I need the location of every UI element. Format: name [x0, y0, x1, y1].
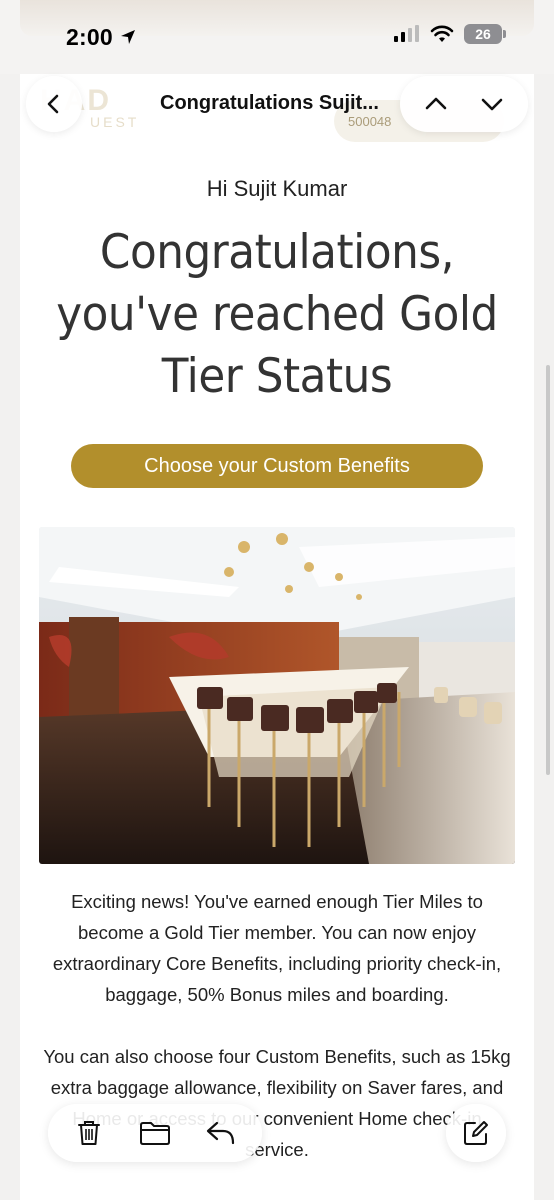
email-subject: Congratulations Sujit...: [160, 92, 379, 114]
reply-button[interactable]: [199, 1111, 243, 1155]
battery-icon: 26: [464, 24, 506, 44]
mail-toolbar: [48, 1104, 262, 1162]
chevron-down-icon: [481, 98, 503, 111]
status-time: 2:00: [66, 24, 137, 51]
previous-message-button[interactable]: [416, 84, 456, 124]
chevron-left-icon: [47, 94, 59, 114]
trash-icon: [78, 1121, 100, 1145]
next-message-button[interactable]: [472, 84, 512, 124]
body-paragraph-1: Exciting news! You've earned enough Tier…: [52, 891, 502, 1005]
scrollbar[interactable]: [546, 365, 550, 775]
compose-icon: [464, 1121, 488, 1145]
status-icons: 26: [394, 24, 506, 44]
status-bar: 2:00 26: [0, 0, 554, 74]
choose-benefits-button[interactable]: Choose your Custom Benefits: [71, 444, 483, 488]
mail-nav-bar: Congratulations Sujit...: [0, 74, 554, 136]
folder-icon: [140, 1122, 170, 1145]
back-button[interactable]: [26, 76, 82, 132]
wifi-icon: [430, 25, 454, 42]
lounge-photo: [39, 527, 515, 864]
clock-text: 2:00: [66, 23, 113, 50]
message-navigation: [400, 76, 528, 132]
headline: Congratulations, you've reached Gold Tie…: [56, 225, 498, 404]
delete-button[interactable]: [67, 1111, 111, 1155]
move-to-folder-button[interactable]: [133, 1111, 177, 1155]
battery-level: 26: [475, 26, 491, 42]
compose-button[interactable]: [446, 1104, 506, 1162]
chevron-up-icon: [425, 97, 447, 110]
reply-icon: [206, 1121, 235, 1145]
cellular-signal-icon: [394, 25, 419, 42]
greeting: Hi Sujit Kumar: [206, 176, 348, 201]
location-arrow-icon: [120, 30, 135, 44]
